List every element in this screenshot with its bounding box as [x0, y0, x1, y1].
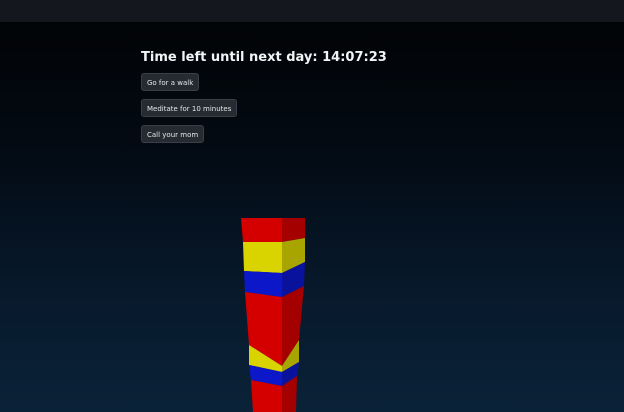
tower-side-red-upper: [282, 218, 305, 242]
tower-front-yellow-upper: [243, 242, 282, 273]
tower-front-red-upper: [241, 218, 282, 242]
block-tower: [241, 218, 305, 412]
